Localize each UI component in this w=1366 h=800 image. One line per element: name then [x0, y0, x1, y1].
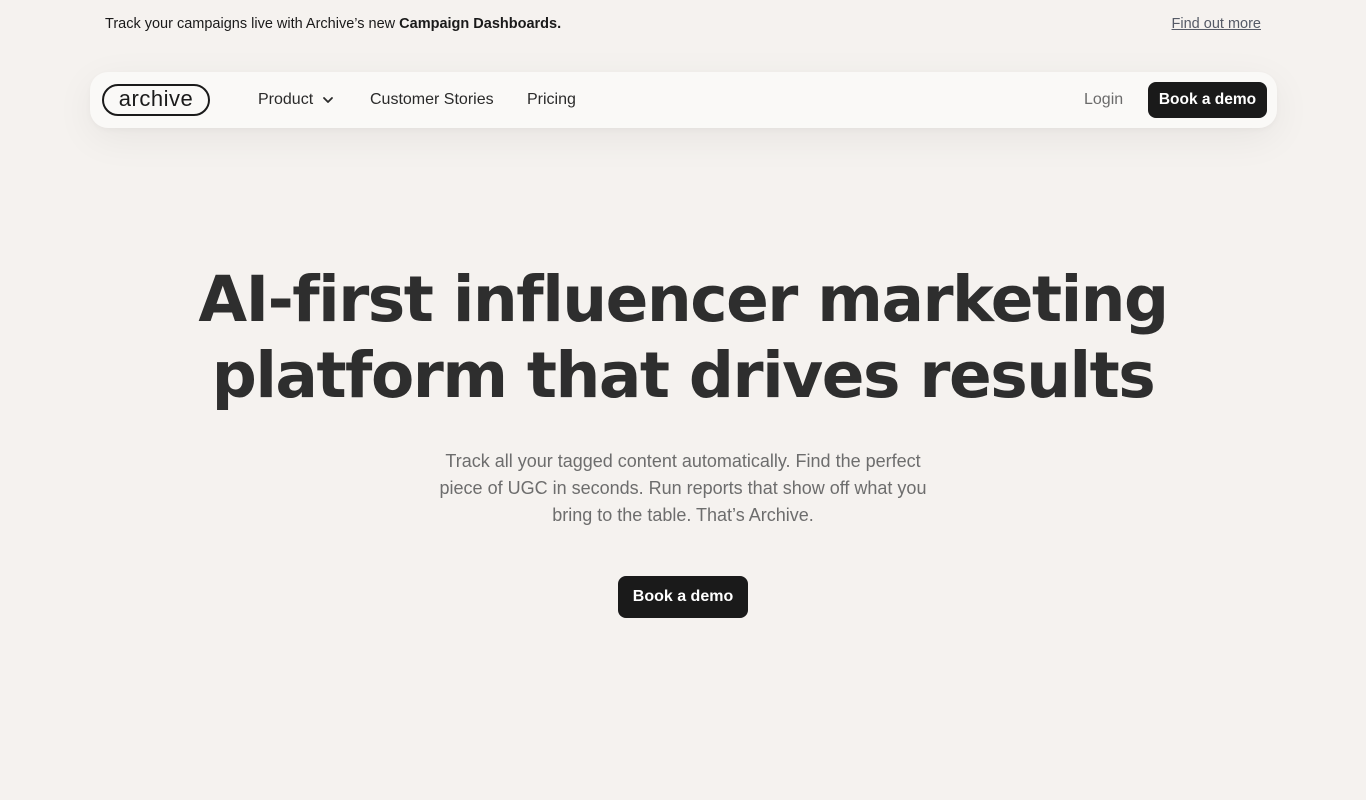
find-out-more-link[interactable]: Find out more: [1172, 16, 1261, 32]
nav-item-pricing[interactable]: Pricing: [527, 91, 576, 109]
announcement-bar: Track your campaigns live with Archive’s…: [0, 0, 1366, 50]
hero-title: AI-first influencer marketing platform t…: [0, 262, 1366, 414]
chevron-down-icon: [323, 97, 334, 103]
hero-subtitle: Track all your tagged content automatica…: [439, 451, 927, 525]
announcement-message: Track your campaigns live with Archive’s…: [105, 16, 400, 32]
nav-item-pricing-label: Pricing: [527, 91, 576, 108]
announcement-text: Track your campaigns live with Archive’s…: [105, 16, 561, 32]
login-link[interactable]: Login: [1084, 91, 1123, 109]
nav-item-product[interactable]: Product: [258, 91, 335, 109]
nav-item-customer-stories[interactable]: Customer Stories: [370, 91, 494, 109]
hero-title-line-2: platform that drives results: [211, 339, 1156, 412]
announcement-highlight: Campaign Dashboards.: [399, 16, 562, 32]
nav-item-customer-stories-label: Customer Stories: [370, 91, 494, 108]
archive-logo[interactable]: archive: [102, 84, 210, 116]
nav-item-product-label: Product: [258, 91, 314, 108]
hero-book-demo-button[interactable]: Book a demo: [618, 576, 748, 618]
nav-book-demo-button[interactable]: Book a demo: [1148, 82, 1267, 118]
main-nav: archive Product Customer Stories Pricing…: [90, 72, 1277, 128]
hero-title-line-1: AI-first influencer marketing: [198, 263, 1169, 336]
